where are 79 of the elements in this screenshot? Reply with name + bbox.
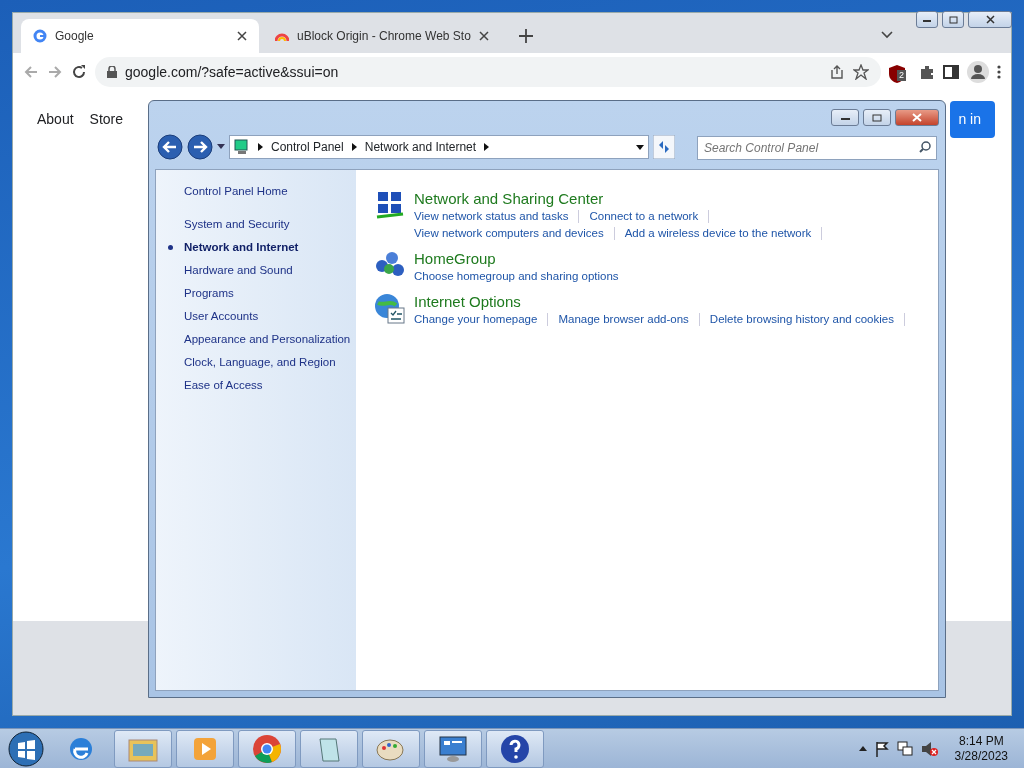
maximize-button[interactable]: [942, 11, 964, 28]
caret-up-icon[interactable]: [858, 746, 867, 751]
category-link[interactable]: View network status and tasks: [414, 208, 569, 225]
side-panel-icon[interactable]: [943, 64, 959, 80]
breadcrumb-item[interactable]: Control Panel: [271, 138, 344, 156]
category-link[interactable]: Choose homegroup and sharing options: [414, 268, 619, 285]
minimize-button[interactable]: [916, 11, 938, 28]
star-icon[interactable]: [853, 64, 869, 80]
tab-title: uBlock Origin - Chrome Web Sto: [297, 28, 471, 45]
sidebar-link[interactable]: System and Security: [184, 217, 290, 232]
close-icon[interactable]: [237, 31, 247, 41]
close-icon: [912, 113, 922, 123]
control-panel-icon[interactable]: [438, 734, 468, 763]
reload-icon[interactable]: [71, 64, 87, 80]
new-tab-icon[interactable]: [519, 29, 533, 43]
search-icon: [919, 140, 931, 153]
browser-tab[interactable]: Google: [21, 19, 259, 53]
maximize-icon: [872, 113, 882, 122]
profile-icon[interactable]: [967, 61, 989, 83]
category-link[interactable]: Connect to a network: [589, 208, 699, 225]
address-bar[interactable]: google.com/?safe=active&ssui=on: [95, 57, 881, 87]
category-link[interactable]: View network computers and devices: [414, 225, 604, 242]
category-link[interactable]: Add a wireless device to the network: [624, 225, 812, 242]
maximize-icon: [948, 15, 958, 24]
address-bar[interactable]: Control Panel Network and Internet: [229, 135, 649, 159]
sidebar-link[interactable]: Control Panel Home: [184, 184, 288, 199]
close-button[interactable]: [895, 109, 939, 126]
chevron-right-icon[interactable]: [351, 143, 357, 151]
chrome-icon[interactable]: [252, 733, 282, 764]
chevron-right-icon[interactable]: [258, 143, 263, 151]
category-link[interactable]: Manage browser add-ons: [558, 311, 689, 328]
extension-badge: 2: [897, 70, 906, 81]
chevron-down-icon[interactable]: [881, 31, 893, 39]
dropdown-icon[interactable]: [636, 144, 644, 150]
search-field[interactable]: Search Control Panel: [697, 135, 937, 160]
breadcrumb-item[interactable]: Network and Internet: [364, 138, 477, 156]
speaker-muted-icon[interactable]: [920, 740, 939, 757]
start-orb-icon[interactable]: [8, 730, 44, 767]
close-button[interactable]: [968, 11, 1012, 28]
globe-icon[interactable]: [374, 293, 406, 325]
refresh-icon[interactable]: [653, 135, 675, 159]
nav-link[interactable]: Store: [89, 109, 124, 130]
clock-date: 3/28/2023: [954, 748, 1008, 764]
sidebar-link[interactable]: Clock, Language, and Region: [184, 355, 336, 370]
url-text: google.com/?safe=active&ssui=on: [125, 62, 340, 82]
sidebar-link[interactable]: User Accounts: [184, 309, 259, 324]
category-link[interactable]: Change your homepage: [414, 311, 538, 328]
category-title[interactable]: HomeGroup: [414, 250, 619, 268]
close-icon: [985, 15, 995, 25]
back-icon[interactable]: [157, 134, 183, 160]
close-icon[interactable]: [479, 31, 489, 41]
clock-time: 8:14 PM: [957, 733, 1005, 749]
sidebar-link[interactable]: Programs: [184, 286, 234, 301]
sidebar-link[interactable]: Appearance and Personalization: [184, 332, 351, 347]
category-title[interactable]: Network and Sharing Center: [414, 190, 833, 208]
bullet-icon: [168, 245, 173, 250]
sign-in-button[interactable]: n in: [950, 101, 995, 138]
tab-title: Google: [55, 28, 95, 45]
g-logo-icon: [33, 29, 47, 43]
minimize-button[interactable]: [831, 109, 859, 126]
category-title[interactable]: Internet Options: [414, 293, 915, 311]
help-icon[interactable]: [500, 733, 530, 764]
category-link[interactable]: Delete browsing history and cookies: [709, 311, 894, 328]
network-icon[interactable]: [896, 740, 913, 757]
chevron-right-icon[interactable]: [484, 143, 490, 151]
menu-icon[interactable]: [997, 65, 1001, 79]
share-icon[interactable]: [829, 64, 845, 80]
maximize-button[interactable]: [863, 109, 891, 126]
sidebar-link[interactable]: Network and Internet: [184, 240, 299, 255]
lock-icon: [107, 66, 117, 78]
flag-icon[interactable]: [874, 740, 889, 757]
browser-tab[interactable]: uBlock Origin - Chrome Web Sto: [263, 19, 501, 53]
control-panel-icon: [234, 139, 250, 155]
nav-link[interactable]: About: [37, 109, 74, 130]
sidebar-link[interactable]: Hardware and Sound: [184, 263, 293, 278]
dropdown-icon[interactable]: [217, 144, 225, 150]
puzzle-icon[interactable]: [919, 64, 935, 80]
sidebar-link[interactable]: Ease of Access: [184, 378, 263, 393]
forward-icon[interactable]: [187, 134, 213, 160]
